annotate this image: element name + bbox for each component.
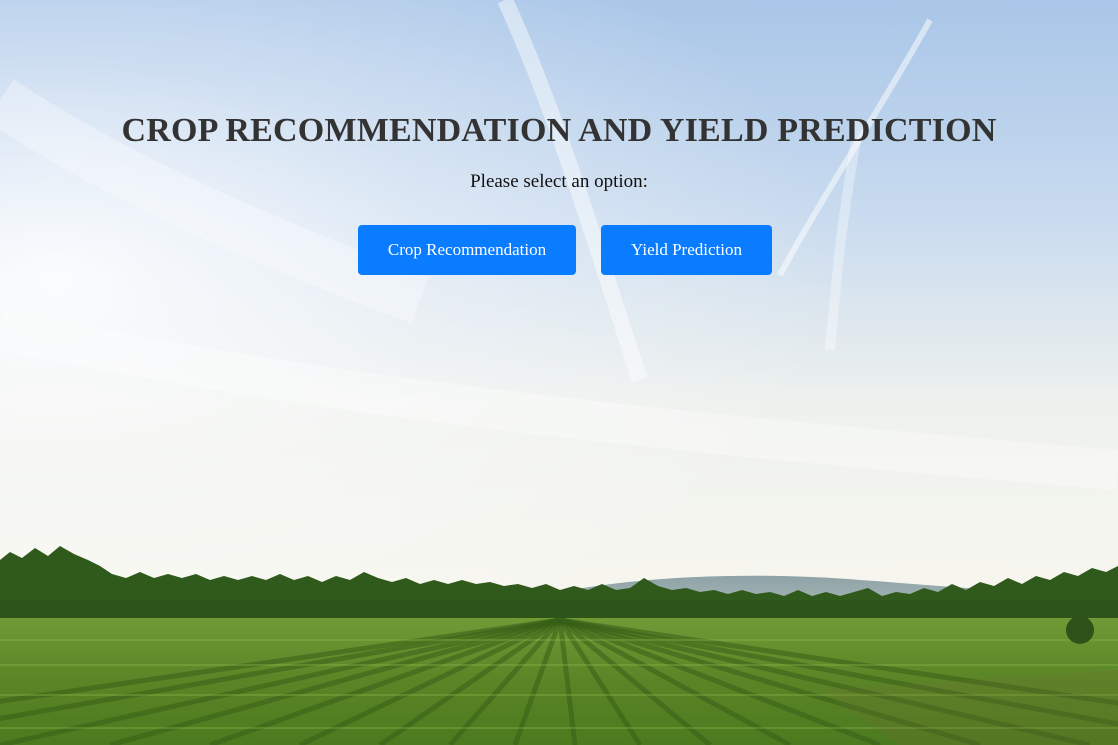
crop-recommendation-button[interactable]: Crop Recommendation — [358, 225, 576, 275]
page-subtitle: Please select an option: — [470, 171, 648, 192]
yield-prediction-button[interactable]: Yield Prediction — [601, 225, 772, 275]
page-title: CROP RECOMMENDATION AND YIELD PREDICTION — [121, 112, 997, 149]
